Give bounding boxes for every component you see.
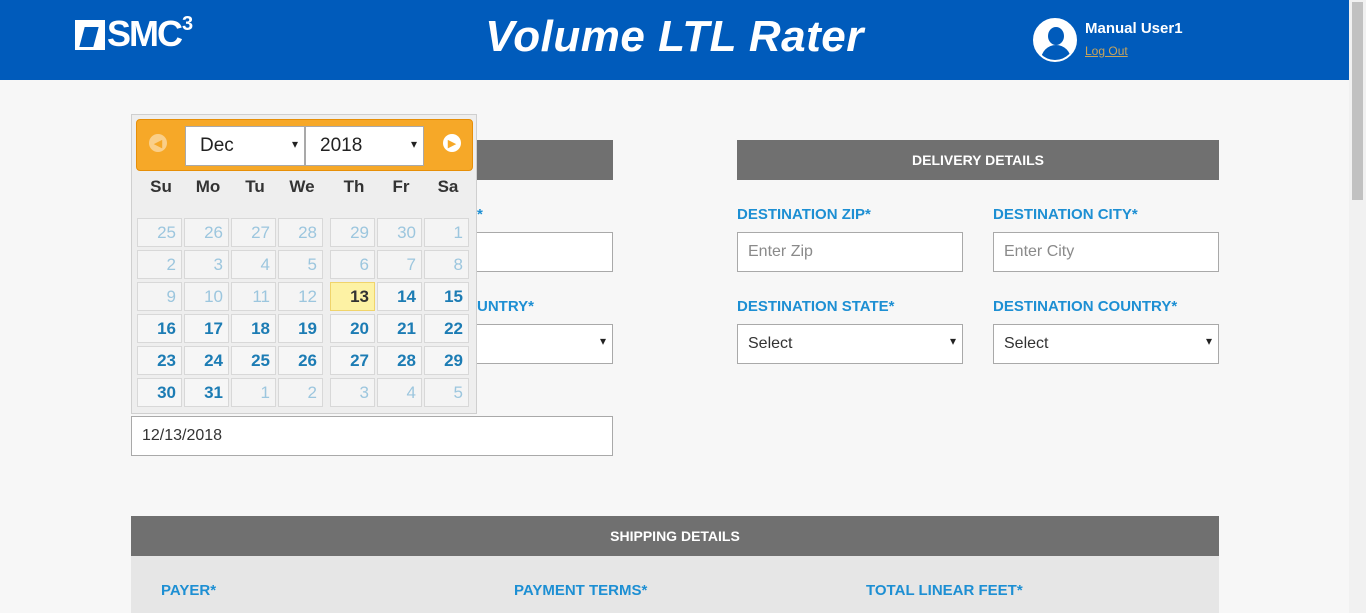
day-cell: 5: [278, 250, 323, 279]
day-cell: 28: [278, 218, 323, 247]
day-cell: 3: [184, 250, 229, 279]
day-cell[interactable]: 28: [377, 346, 422, 375]
datepicker-popup: ◀ Dec 2018 ▶ SuMoTuWeThFrSa 252627282930…: [131, 114, 477, 414]
day-cell: 12: [278, 282, 323, 311]
day-cell: 10: [184, 282, 229, 311]
destination-state-select[interactable]: Select: [737, 324, 963, 364]
day-cell[interactable]: 14: [377, 282, 422, 311]
day-cell: 8: [424, 250, 469, 279]
total-linear-feet-label: TOTAL LINEAR FEET*: [866, 582, 1023, 599]
origin-country-label: UNTRY*: [477, 298, 534, 315]
day-cell[interactable]: 15: [424, 282, 469, 311]
destination-country-select[interactable]: Select: [993, 324, 1219, 364]
destination-zip-input[interactable]: Enter Zip: [737, 232, 963, 272]
shipping-details-header: SHIPPING DETAILS: [131, 516, 1219, 556]
destination-zip-label: DESTINATION ZIP*: [737, 206, 871, 223]
day-cell: 2: [137, 250, 182, 279]
payment-terms-label: PAYMENT TERMS*: [514, 582, 648, 599]
day-cell: 25: [137, 218, 182, 247]
logout-link[interactable]: Log Out: [1085, 44, 1128, 58]
day-cell: 27: [231, 218, 276, 247]
day-cell[interactable]: 17: [184, 314, 229, 343]
day-cell[interactable]: 27: [330, 346, 375, 375]
weekday-label: Fr: [392, 177, 410, 196]
top-bar: SMC 3 Volume LTL Rater Manual User1 Log …: [0, 0, 1349, 80]
day-cell[interactable]: 29: [424, 346, 469, 375]
scrollbar-thumb[interactable]: [1352, 2, 1363, 200]
weekday-label: Su: [150, 177, 172, 196]
day-cell: 6: [330, 250, 375, 279]
day-cell: 11: [231, 282, 276, 311]
prev-month-icon[interactable]: ◀: [149, 134, 167, 152]
datepicker-header: ◀ Dec 2018 ▶: [136, 119, 473, 171]
day-cell: 2: [278, 378, 323, 407]
day-cell: 29: [330, 218, 375, 247]
day-cell[interactable]: 20: [330, 314, 375, 343]
user-name: Manual User1: [1085, 20, 1183, 37]
origin-zip-label: *: [477, 206, 483, 223]
day-cell[interactable]: 26: [278, 346, 323, 375]
destination-city-label: DESTINATION CITY*: [993, 206, 1138, 223]
day-cell: 4: [377, 378, 422, 407]
weekday-label: Sa: [437, 177, 459, 196]
day-cell: 26: [184, 218, 229, 247]
day-cell[interactable]: 19: [278, 314, 323, 343]
day-cell: 30: [377, 218, 422, 247]
next-month-icon[interactable]: ▶: [443, 134, 461, 152]
day-cell: 1: [424, 218, 469, 247]
day-cell: 4: [231, 250, 276, 279]
day-cell[interactable]: 21: [377, 314, 422, 343]
day-cell[interactable]: 24: [184, 346, 229, 375]
day-cell[interactable]: 16: [137, 314, 182, 343]
destination-country-label: DESTINATION COUNTRY*: [993, 298, 1178, 315]
delivery-details-header: DELIVERY DETAILS: [737, 140, 1219, 180]
day-cell[interactable]: 22: [424, 314, 469, 343]
day-cell: 5: [424, 378, 469, 407]
day-cell: 9: [137, 282, 182, 311]
page-scrollbar[interactable]: [1349, 0, 1366, 613]
day-cell: 3: [330, 378, 375, 407]
year-select[interactable]: 2018: [305, 126, 424, 166]
destination-state-label: DESTINATION STATE*: [737, 298, 895, 315]
day-cell[interactable]: 30: [137, 378, 182, 407]
weekday-label: Tu: [245, 177, 265, 196]
day-cell[interactable]: 18: [231, 314, 276, 343]
weekday-label: Th: [343, 177, 365, 196]
month-select[interactable]: Dec: [185, 126, 305, 166]
day-cell: 1: [231, 378, 276, 407]
payer-label: PAYER*: [161, 582, 217, 599]
day-cell[interactable]: 31: [184, 378, 229, 407]
day-cell[interactable]: 23: [137, 346, 182, 375]
day-cell: 7: [377, 250, 422, 279]
weekday-label: We: [289, 177, 315, 196]
weekday-label: Mo: [195, 177, 221, 196]
shipping-details-panel: [131, 556, 1219, 613]
user-avatar-icon: [1033, 18, 1077, 62]
day-cell[interactable]: 25: [231, 346, 276, 375]
destination-city-input[interactable]: Enter City: [993, 232, 1219, 272]
day-cell-today[interactable]: 13: [330, 282, 375, 311]
pickup-date-input[interactable]: 12/13/2018: [131, 416, 613, 456]
